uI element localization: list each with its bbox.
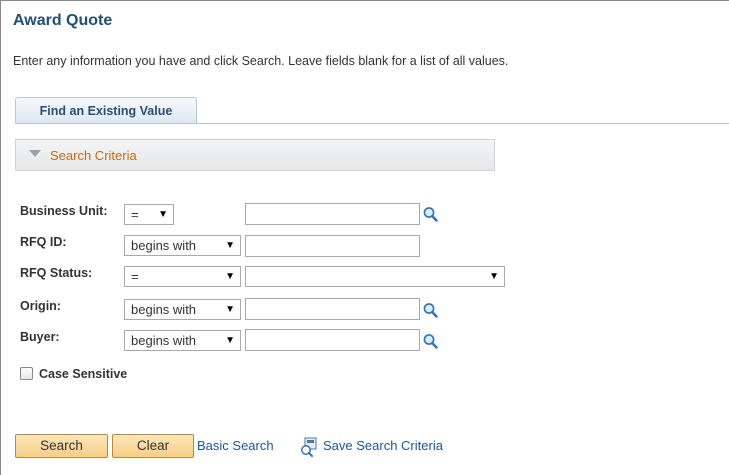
buyer-input[interactable]	[245, 329, 420, 351]
basic-search-link[interactable]: Basic Search	[197, 438, 274, 453]
rfq-id-input[interactable]	[245, 235, 420, 257]
origin-input[interactable]	[245, 298, 420, 320]
clear-button[interactable]: Clear	[112, 434, 194, 458]
section-title: Search Criteria	[50, 148, 137, 163]
rfq-id-operator-select[interactable]: begins with ▼	[124, 235, 241, 256]
tab-underline	[15, 123, 729, 124]
case-sensitive-checkbox[interactable]	[20, 367, 33, 380]
business-unit-operator-value: =	[131, 207, 139, 222]
buyer-label: Buyer:	[20, 330, 60, 344]
page-instructions: Enter any information you have and click…	[13, 54, 509, 68]
save-search-icon[interactable]	[299, 437, 319, 457]
origin-label: Origin:	[20, 299, 61, 313]
search-button[interactable]: Search	[15, 434, 108, 458]
dropdown-arrow-icon: ▼	[225, 335, 235, 346]
dropdown-arrow-icon: ▼	[225, 240, 235, 251]
origin-operator-value: begins with	[131, 302, 197, 317]
tab-find-existing-value[interactable]: Find an Existing Value	[15, 97, 197, 124]
rfq-status-label: RFQ Status:	[20, 266, 93, 280]
dropdown-arrow-icon: ▼	[489, 271, 499, 282]
dropdown-arrow-icon: ▼	[158, 209, 168, 220]
business-unit-operator-select[interactable]: = ▼	[124, 204, 174, 225]
triangle-down-icon	[29, 150, 41, 157]
dropdown-arrow-icon: ▼	[225, 271, 235, 282]
buyer-operator-select[interactable]: begins with ▼	[124, 330, 241, 351]
rfq-status-operator-value: =	[131, 269, 139, 284]
search-criteria-section-header[interactable]: Search Criteria	[15, 139, 495, 171]
rfq-status-operator-select[interactable]: = ▼	[124, 266, 241, 287]
rfq-id-operator-value: begins with	[131, 238, 197, 253]
business-unit-lookup-magnifier-icon[interactable]	[422, 206, 438, 222]
business-unit-label: Business Unit:	[20, 204, 108, 218]
buyer-operator-value: begins with	[131, 333, 197, 348]
dropdown-arrow-icon: ▼	[225, 304, 235, 315]
origin-lookup-magnifier-icon[interactable]	[422, 302, 438, 318]
buyer-lookup-magnifier-icon[interactable]	[422, 333, 438, 349]
rfq-id-label: RFQ ID:	[20, 235, 67, 249]
rfq-status-value-select[interactable]: ▼	[245, 266, 505, 287]
save-search-criteria-link[interactable]: Save Search Criteria	[323, 438, 443, 453]
business-unit-input[interactable]	[245, 203, 420, 225]
page-title: Award Quote	[13, 12, 113, 29]
origin-operator-select[interactable]: begins with ▼	[124, 299, 241, 320]
case-sensitive-label: Case Sensitive	[39, 367, 128, 381]
